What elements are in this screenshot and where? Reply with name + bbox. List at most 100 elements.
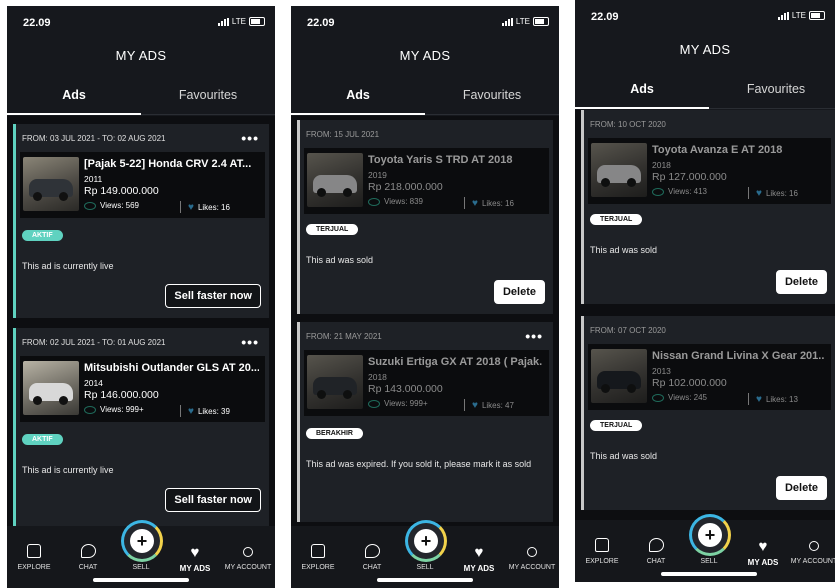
sell-plus-button[interactable]: + bbox=[405, 520, 447, 562]
ad-card[interactable]: FROM: 15 JUL 2021 Toyota Yaris S TRD AT … bbox=[297, 120, 553, 314]
status-bar: 22.09 LTE bbox=[575, 0, 835, 34]
sell-faster-button[interactable]: Sell faster now bbox=[165, 284, 261, 308]
ad-status-text: This ad was sold bbox=[590, 245, 658, 255]
ad-likes: ♥ Likes: 16 bbox=[180, 201, 230, 213]
sell-plus-button[interactable]: + bbox=[121, 520, 163, 562]
sell-faster-button[interactable]: Sell faster now bbox=[165, 488, 261, 512]
home-indicator bbox=[377, 578, 473, 582]
nav-explore[interactable]: EXPLORE bbox=[291, 544, 345, 571]
nav-my-ads[interactable]: ♥ MY ADS bbox=[168, 544, 222, 573]
more-options-icon[interactable]: ••• bbox=[241, 130, 259, 146]
nav-my-ads[interactable]: ♥ MY ADS bbox=[452, 544, 506, 573]
delete-button[interactable]: Delete bbox=[775, 476, 827, 500]
phone-screen-3: 22.09 LTE MY ADS Ads Favourites FROM: 10… bbox=[575, 0, 835, 582]
nav-chat[interactable]: CHAT bbox=[629, 538, 683, 565]
ad-year: 2019 bbox=[368, 170, 387, 180]
page-title: MY ADS bbox=[115, 48, 167, 63]
tab-favourites[interactable]: Favourites bbox=[425, 88, 559, 102]
status-bar: 22.09 LTE bbox=[291, 6, 559, 40]
nav-explore[interactable]: EXPLORE bbox=[7, 544, 61, 571]
home-indicator bbox=[661, 572, 757, 576]
more-options-icon[interactable]: ••• bbox=[525, 328, 543, 344]
nav-my-account[interactable]: MY ACCOUNT bbox=[787, 538, 835, 565]
heart-icon: ♥ bbox=[188, 201, 194, 213]
ad-views: Views: 839 bbox=[368, 197, 423, 206]
ad-summary[interactable]: Mitsubishi Outlander GLS AT 20... 2014 R… bbox=[20, 356, 265, 422]
delete-button[interactable]: Delete bbox=[775, 270, 827, 294]
ad-status-text: This ad was sold bbox=[590, 451, 658, 461]
ad-period: FROM: 02 JUL 2021 - TO: 01 AUG 2021 bbox=[22, 337, 166, 347]
ad-thumbnail bbox=[23, 157, 79, 211]
nav-chat[interactable]: CHAT bbox=[345, 544, 399, 571]
ad-likes: ♥ Likes: 16 bbox=[748, 187, 798, 199]
home-indicator bbox=[93, 578, 189, 582]
ad-status-text: This ad was expired. If you sold it, ple… bbox=[306, 459, 532, 469]
ad-title: Suzuki Ertiga GX AT 2018 ( Pajak... bbox=[368, 356, 543, 368]
ad-summary[interactable]: Suzuki Ertiga GX AT 2018 ( Pajak... 2018… bbox=[304, 350, 549, 416]
ad-status-text: This ad is currently live bbox=[22, 261, 114, 271]
more-options-icon[interactable]: ••• bbox=[241, 334, 259, 350]
ad-price: Rp 127.000.000 bbox=[652, 171, 727, 183]
delete-button[interactable]: Delete bbox=[493, 280, 545, 304]
ad-price: Rp 218.000.000 bbox=[368, 181, 443, 193]
heart-icon: ♥ bbox=[758, 538, 768, 555]
ad-year: 2014 bbox=[84, 378, 103, 388]
ads-list[interactable]: FROM: 15 JUL 2021 Toyota Yaris S TRD AT … bbox=[291, 116, 559, 528]
ad-summary[interactable]: Toyota Avanza E AT 2018 2018 Rp 127.000.… bbox=[588, 138, 831, 204]
ad-card[interactable]: FROM: 10 OCT 2020 Toyota Avanza E AT 201… bbox=[581, 110, 835, 304]
ad-thumbnail bbox=[591, 143, 647, 197]
tab-active-indicator bbox=[291, 113, 425, 115]
ad-card[interactable]: FROM: 21 MAY 2021 ••• Suzuki Ertiga GX A… bbox=[297, 322, 553, 522]
signal-indicator: LTE bbox=[777, 11, 825, 20]
tab-ads[interactable]: Ads bbox=[7, 88, 141, 102]
status-bar: 22.09 LTE bbox=[7, 6, 275, 40]
ad-likes: ♥ Likes: 47 bbox=[464, 399, 514, 411]
nav-sell[interactable]: + SELL bbox=[398, 520, 452, 571]
ad-card[interactable]: FROM: 02 JUL 2021 - TO: 01 AUG 2021 ••• … bbox=[13, 328, 269, 528]
ad-likes: ♥ Likes: 13 bbox=[748, 393, 798, 405]
ads-list[interactable]: FROM: 03 JUL 2021 - TO: 02 AUG 2021 ••• … bbox=[7, 116, 275, 528]
nav-my-account[interactable]: MY ACCOUNT bbox=[221, 544, 275, 571]
heart-icon: ♥ bbox=[190, 544, 200, 561]
ad-period: FROM: 10 OCT 2020 bbox=[590, 119, 666, 129]
ad-views: Views: 413 bbox=[652, 187, 707, 196]
status-time: 22.09 bbox=[23, 17, 51, 29]
nav-sell[interactable]: + SELL bbox=[114, 520, 168, 571]
status-badge: TERJUAL bbox=[590, 420, 643, 431]
sell-plus-button[interactable]: + bbox=[689, 514, 731, 556]
ad-price: Rp 143.000.000 bbox=[368, 383, 443, 395]
eye-icon bbox=[368, 197, 380, 206]
ad-summary[interactable]: Nissan Grand Livina X Gear 201... 2013 R… bbox=[588, 344, 831, 410]
ad-summary[interactable]: Toyota Yaris S TRD AT 2018 2019 Rp 218.0… bbox=[304, 148, 549, 214]
tab-ads[interactable]: Ads bbox=[291, 88, 425, 102]
phone-screen-2: 22.09 LTE MY ADS Ads Favourites FROM: 15… bbox=[291, 6, 559, 588]
bottom-navigation: EXPLORE CHAT + SELL ♥ MY ADS MY ACCOUNT bbox=[291, 520, 559, 588]
ads-list[interactable]: FROM: 10 OCT 2020 Toyota Avanza E AT 201… bbox=[575, 110, 835, 522]
nav-sell[interactable]: + SELL bbox=[682, 514, 736, 565]
ad-card[interactable]: FROM: 07 OCT 2020 Nissan Grand Livina X … bbox=[581, 316, 835, 510]
tab-ads[interactable]: Ads bbox=[575, 82, 709, 96]
status-time: 22.09 bbox=[591, 11, 619, 23]
ad-price: Rp 146.000.000 bbox=[84, 389, 159, 401]
home-icon bbox=[595, 538, 609, 552]
battery-icon bbox=[533, 17, 549, 26]
nav-chat[interactable]: CHAT bbox=[61, 544, 115, 571]
ad-period: FROM: 07 OCT 2020 bbox=[590, 325, 666, 335]
ad-status-text: This ad is currently live bbox=[22, 465, 114, 475]
page-title: MY ADS bbox=[679, 42, 731, 57]
page-title: MY ADS bbox=[399, 48, 451, 63]
nav-my-ads[interactable]: ♥ MY ADS bbox=[736, 538, 790, 567]
status-badge: TERJUAL bbox=[590, 214, 643, 225]
ad-title: Mitsubishi Outlander GLS AT 20... bbox=[84, 362, 259, 374]
ad-period: FROM: 15 JUL 2021 bbox=[306, 129, 380, 139]
heart-icon: ♥ bbox=[188, 405, 194, 417]
tab-favourites[interactable]: Favourites bbox=[141, 88, 275, 102]
ad-likes: ♥ Likes: 16 bbox=[464, 197, 514, 209]
ad-title: Toyota Avanza E AT 2018 bbox=[652, 144, 783, 156]
tab-favourites[interactable]: Favourites bbox=[709, 82, 835, 96]
nav-explore[interactable]: EXPLORE bbox=[575, 538, 629, 565]
nav-my-account[interactable]: MY ACCOUNT bbox=[505, 544, 559, 571]
ad-summary[interactable]: [Pajak 5-22] Honda CRV 2.4 AT... 2011 Rp… bbox=[20, 152, 265, 218]
ad-card[interactable]: FROM: 03 JUL 2021 - TO: 02 AUG 2021 ••• … bbox=[13, 124, 269, 318]
bottom-navigation: EXPLORE CHAT + SELL ♥ MY ADS MY ACCOUNT bbox=[575, 514, 835, 582]
